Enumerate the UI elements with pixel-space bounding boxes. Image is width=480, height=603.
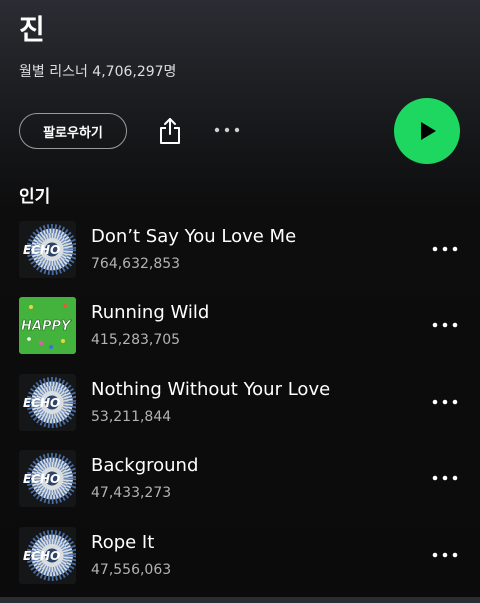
album-art-echo: ECHO — [19, 221, 76, 278]
track-row[interactable]: ECHO Nothing Without Your Love 53,211,84… — [0, 373, 480, 450]
track-more-button[interactable] — [428, 543, 462, 567]
artist-name: 진 — [19, 13, 45, 46]
track-row[interactable]: HAPPY Running Wild 415,283,705 — [0, 297, 480, 373]
track-title: Rope It — [91, 531, 155, 553]
more-horizontal-icon — [432, 246, 458, 252]
play-button[interactable] — [394, 98, 460, 164]
svg-text:ECHO: ECHO — [23, 472, 60, 486]
more-horizontal-icon — [432, 475, 458, 481]
track-play-count: 415,283,705 — [91, 332, 181, 349]
more-horizontal-icon — [432, 552, 458, 557]
popular-section-title: 인기 — [19, 187, 51, 207]
track-title: Running Wild — [91, 302, 210, 324]
track-more-button[interactable] — [428, 390, 462, 414]
track-title: Nothing Without Your Love — [91, 378, 331, 400]
track-play-count: 53,211,844 — [91, 408, 172, 425]
track-play-count: 47,556,063 — [91, 561, 172, 578]
album-art-echo: ECHO — [19, 450, 76, 508]
share-icon — [160, 118, 180, 144]
track-play-count: 764,632,853 — [91, 256, 181, 272]
popular-track-list: ECHO Don’t Say You Love Me 764,632,853 H… — [0, 221, 480, 603]
svg-text:ECHO: ECHO — [23, 396, 60, 410]
track-more-button[interactable] — [428, 237, 462, 261]
svg-text:HAPPY: HAPPY — [21, 319, 72, 334]
album-art-happy: HAPPY — [19, 297, 76, 355]
follow-button[interactable]: 팔로우하기 — [19, 113, 127, 149]
monthly-listeners: 월별 리스너 4,706,297명 — [19, 64, 177, 80]
track-title: Background — [91, 455, 199, 477]
more-horizontal-icon — [432, 323, 458, 328]
track-play-count: 47,433,273 — [91, 485, 172, 502]
artist-more-button[interactable] — [212, 118, 242, 142]
track-more-button[interactable] — [428, 466, 462, 490]
track-row[interactable]: ECHO Don’t Say You Love Me 764,632,853 — [0, 221, 480, 297]
more-horizontal-icon — [432, 399, 458, 405]
track-row[interactable]: ECHO Rope It 47,556,063 — [0, 526, 480, 603]
track-title: Don’t Say You Love Me — [91, 226, 297, 247]
track-more-button[interactable] — [428, 313, 462, 337]
svg-text:ECHO: ECHO — [23, 549, 60, 563]
album-art-echo: ECHO — [19, 526, 76, 584]
svg-text:ECHO: ECHO — [23, 243, 60, 257]
album-art-echo: ECHO — [19, 373, 76, 431]
more-horizontal-icon — [214, 127, 240, 133]
track-row[interactable]: ECHO Background 47,433,273 — [0, 450, 480, 526]
share-button[interactable] — [155, 115, 185, 147]
play-icon — [421, 122, 436, 140]
